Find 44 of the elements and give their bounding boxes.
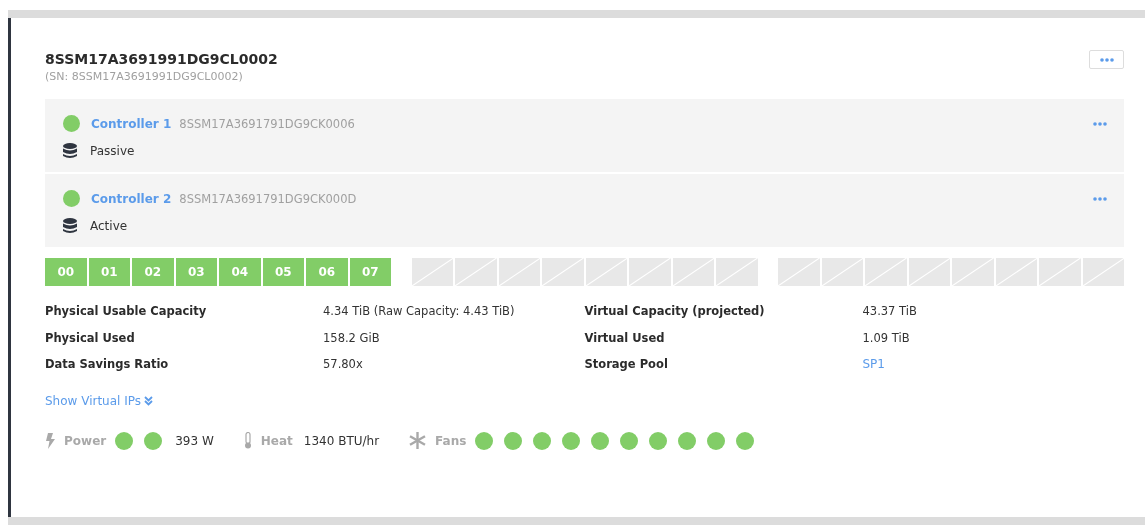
heat-label: Heat [260, 433, 293, 448]
detail-label: Physical Usable Capacity [45, 304, 208, 319]
detail-value: 57.80x [323, 357, 363, 372]
detail-label: Physical Used [45, 330, 136, 345]
chevron-down-icon [144, 395, 154, 406]
heat-reading: 1340 BTU/hr [303, 433, 380, 448]
serial-number: (SN: 8SSM17A3691991DG9CL0002) [45, 70, 244, 83]
database-icon [63, 218, 77, 234]
controller-link[interactable]: Controller 1 [91, 116, 172, 131]
drive-slot[interactable]: 01 [88, 258, 130, 286]
storage-pool-link[interactable]: SP1 [862, 357, 885, 372]
more-icon[interactable] [1093, 121, 1107, 126]
database-icon [63, 143, 77, 159]
detail-value: 43.37 TiB [862, 304, 917, 319]
fans-label: Fans [435, 433, 467, 448]
detail-value: 4.34 TiB (Raw Capacity: 4.43 TiB) [323, 304, 515, 319]
more-icon [1099, 57, 1114, 62]
lightning-icon [45, 432, 55, 449]
system-name: 8SSM17A3691991DG9CL0002 [45, 51, 278, 67]
detail-label: Storage Pool [584, 357, 669, 372]
controller-role: Active [90, 219, 128, 233]
drive-slot[interactable]: 00 [45, 258, 87, 286]
drive-slot[interactable]: 06 [306, 258, 348, 286]
show-virtual-ips-link[interactable]: Show Virtual IPs [45, 393, 154, 408]
drive-slot[interactable]: 04 [219, 258, 261, 286]
detail-label: Virtual Capacity (projected) [584, 304, 766, 319]
controller-role: Passive [90, 144, 135, 158]
controller-serial: 8SSM17A3691791DG9CK000D [179, 191, 357, 206]
detail-label: Virtual Used [584, 330, 666, 345]
controller-link[interactable]: Controller 2 [91, 191, 172, 206]
drive-slot[interactable]: 03 [175, 258, 217, 286]
asterisk-icon [409, 432, 427, 449]
more-button[interactable] [1089, 50, 1124, 69]
drive-slot[interactable]: 05 [262, 258, 304, 286]
power-reading: 393 W [175, 433, 214, 448]
more-icon[interactable] [1093, 196, 1107, 201]
power-label: Power [64, 433, 107, 448]
detail-label: Data Savings Ratio [45, 357, 170, 372]
detail-value: 158.2 GiB [323, 330, 380, 345]
drive-slot[interactable]: 07 [349, 258, 391, 286]
controller-serial: 8SSM17A3691791DG9CK0006 [179, 116, 355, 131]
detail-value: 1.09 TiB [862, 330, 910, 345]
drive-slot[interactable]: 02 [132, 258, 174, 286]
thermometer-icon [243, 432, 252, 449]
